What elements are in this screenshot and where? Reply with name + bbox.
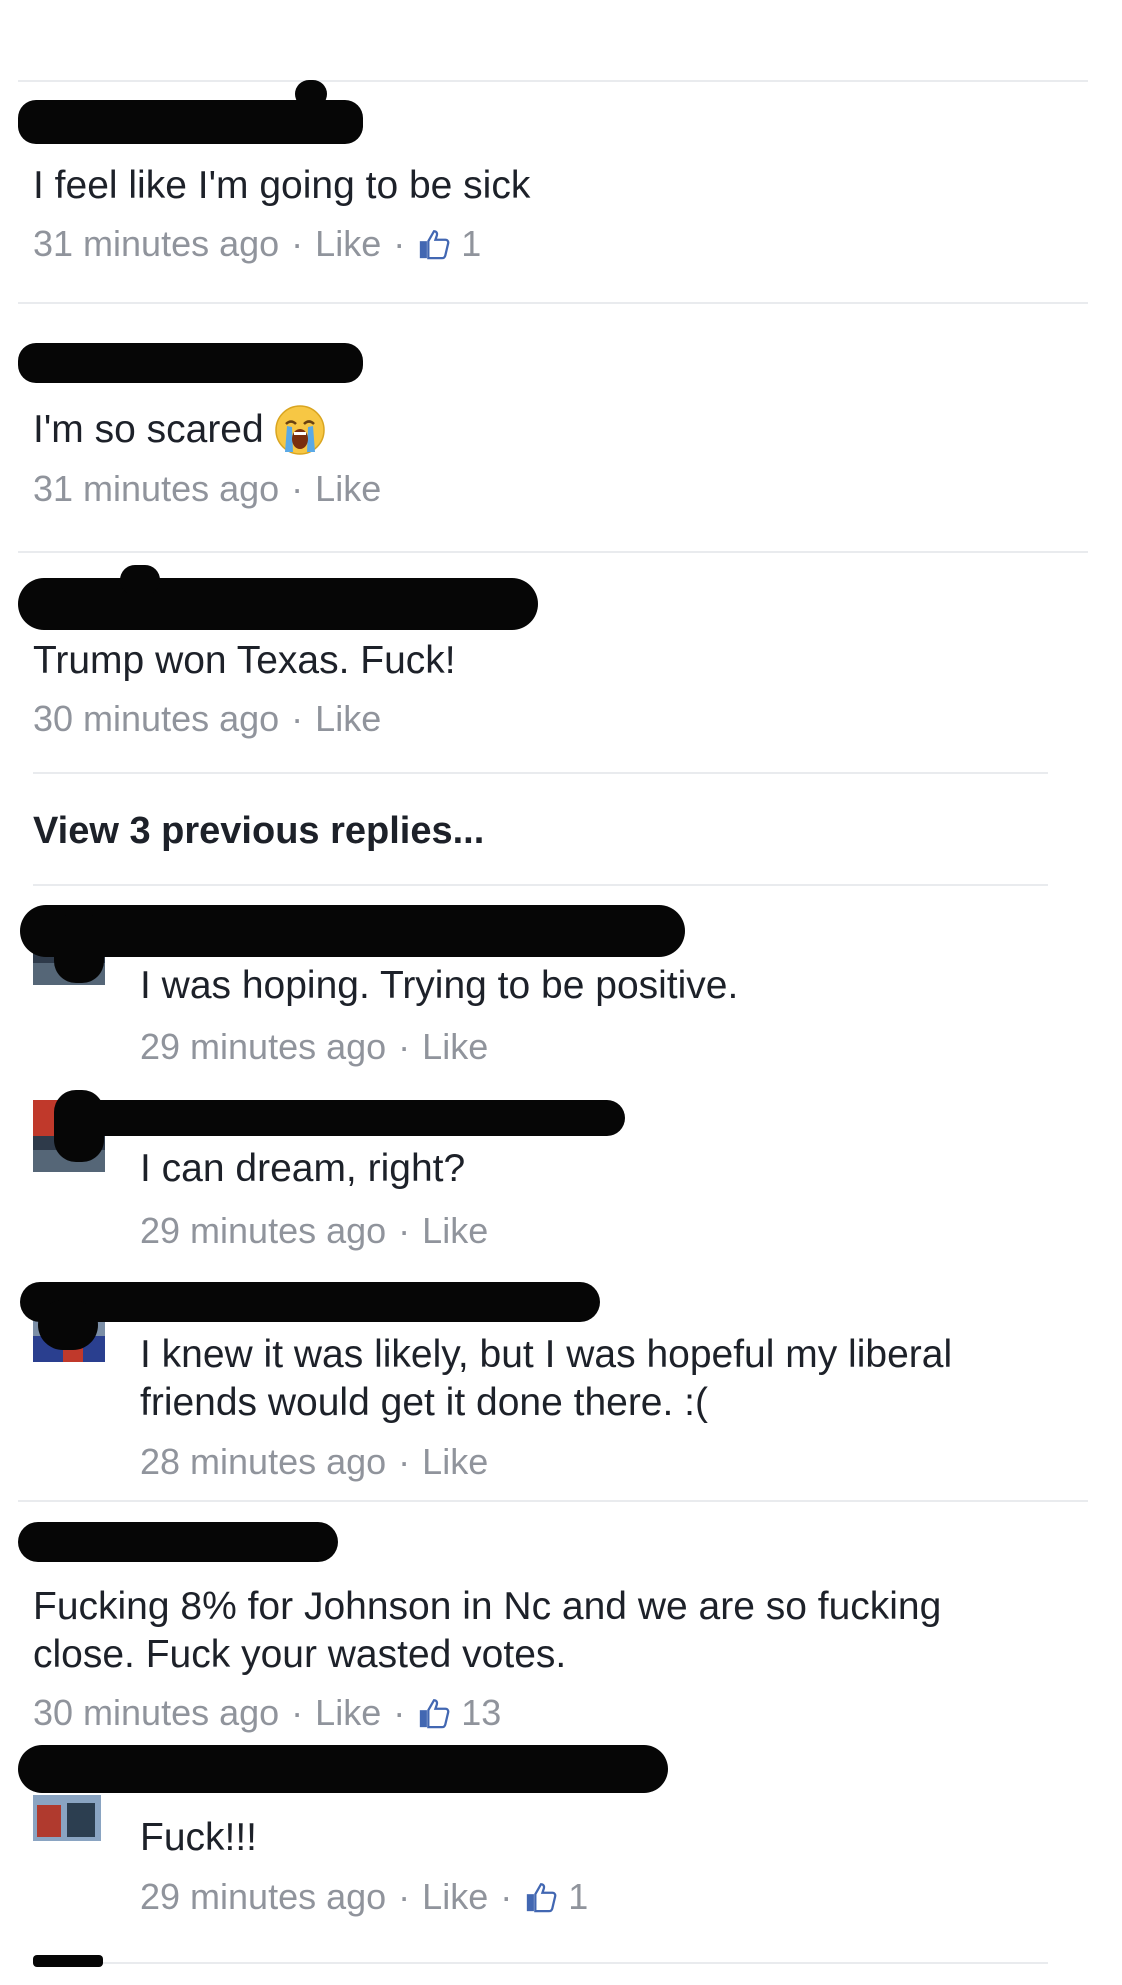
redacted-avatar	[54, 1090, 104, 1162]
reply-meta: 28 minutes ago · Like	[140, 1441, 488, 1483]
comment-text: I feel like I'm going to be sick	[33, 164, 531, 207]
comment-meta: 30 minutes ago · Like	[33, 698, 381, 740]
thumbs-up-icon	[420, 230, 450, 260]
timestamp: 31 minutes ago	[33, 468, 280, 509]
avatar-image	[33, 1795, 101, 1841]
divider	[33, 1962, 1048, 1964]
redacted-author-name	[20, 905, 685, 957]
timestamp: 28 minutes ago	[140, 1441, 387, 1482]
reply-text: Fuck!!!	[140, 1816, 258, 1859]
redacted-author-name	[18, 578, 538, 630]
reply-meta: 29 minutes ago · Like	[140, 1026, 488, 1068]
divider	[18, 1500, 1088, 1502]
reply-meta: 29 minutes ago · Like · 1	[140, 1876, 588, 1918]
reply-text: I was hoping. Trying to be positive.	[140, 964, 739, 1007]
comment-meta: 31 minutes ago · Like · 1	[33, 223, 481, 265]
separator-dot: ·	[291, 698, 304, 739]
divider	[18, 551, 1088, 553]
separator-dot: ·	[291, 468, 304, 509]
thumbs-up-icon	[420, 1699, 450, 1729]
reply-text: friends would get it done there. :(	[140, 1381, 708, 1424]
separator-dot: ·	[393, 223, 406, 264]
like-button[interactable]: Like	[422, 1441, 488, 1483]
timestamp: 30 minutes ago	[33, 1692, 280, 1733]
separator-dot: ·	[398, 1210, 411, 1251]
redacted-avatar	[54, 913, 104, 983]
comment-meta: 30 minutes ago · Like · 13	[33, 1692, 501, 1734]
timestamp: 29 minutes ago	[140, 1026, 387, 1067]
divider	[33, 884, 1048, 886]
like-button[interactable]: Like	[315, 698, 381, 740]
divider	[33, 772, 1048, 774]
redacted-avatar	[38, 1300, 98, 1350]
separator-dot: ·	[291, 223, 304, 264]
like-count: 1	[568, 1876, 589, 1917]
separator-dot: ·	[398, 1441, 411, 1482]
redacted-author-name	[295, 80, 327, 108]
timestamp: 29 minutes ago	[140, 1876, 387, 1917]
comment-text: Trump won Texas. Fuck!	[33, 639, 456, 682]
comment-text: I'm so scared	[33, 404, 326, 456]
like-button[interactable]: Like	[422, 1876, 488, 1918]
redacted-author-name	[75, 1100, 625, 1136]
separator-dot: ·	[398, 1876, 411, 1917]
separator-dot: ·	[398, 1026, 411, 1067]
view-previous-replies-link[interactable]: View 3 previous replies...	[33, 808, 484, 854]
redacted-author-name	[20, 1282, 600, 1322]
separator-dot: ·	[393, 1692, 406, 1733]
like-button[interactable]: Like	[315, 1692, 381, 1734]
like-count: 13	[461, 1692, 502, 1733]
divider	[18, 80, 1088, 82]
thumbs-up-icon	[527, 1883, 557, 1913]
like-button[interactable]: Like	[422, 1026, 488, 1068]
redacted-author-name	[33, 1955, 103, 1967]
avatar[interactable]	[33, 1795, 101, 1841]
comment-text: close. Fuck your wasted votes.	[33, 1633, 567, 1676]
redacted-author-name	[120, 565, 160, 595]
reply-text: I knew it was likely, but I was hopeful …	[140, 1333, 953, 1376]
timestamp: 30 minutes ago	[33, 698, 280, 739]
like-count: 1	[461, 223, 482, 264]
redacted-author-name	[18, 343, 363, 383]
comment-meta: 31 minutes ago · Like	[33, 468, 381, 510]
comment-text: Fucking 8% for Johnson in Nc and we are …	[33, 1585, 942, 1628]
separator-dot: ·	[291, 1692, 304, 1733]
like-button[interactable]: Like	[315, 223, 381, 265]
redacted-author-name	[18, 1522, 338, 1562]
like-button[interactable]: Like	[422, 1210, 488, 1252]
like-button[interactable]: Like	[315, 468, 381, 510]
reply-meta: 29 minutes ago · Like	[140, 1210, 488, 1252]
loudly-crying-face-emoji	[274, 405, 325, 455]
separator-dot: ·	[500, 1876, 513, 1917]
timestamp: 31 minutes ago	[33, 223, 280, 264]
comment-thread: I feel like I'm going to be sick 31 minu…	[0, 0, 1122, 1985]
divider	[18, 302, 1088, 304]
comment-text-content: I'm so scared	[33, 408, 264, 451]
redacted-author-name	[18, 1745, 668, 1793]
reply-text: I can dream, right?	[140, 1147, 466, 1190]
timestamp: 29 minutes ago	[140, 1210, 387, 1251]
